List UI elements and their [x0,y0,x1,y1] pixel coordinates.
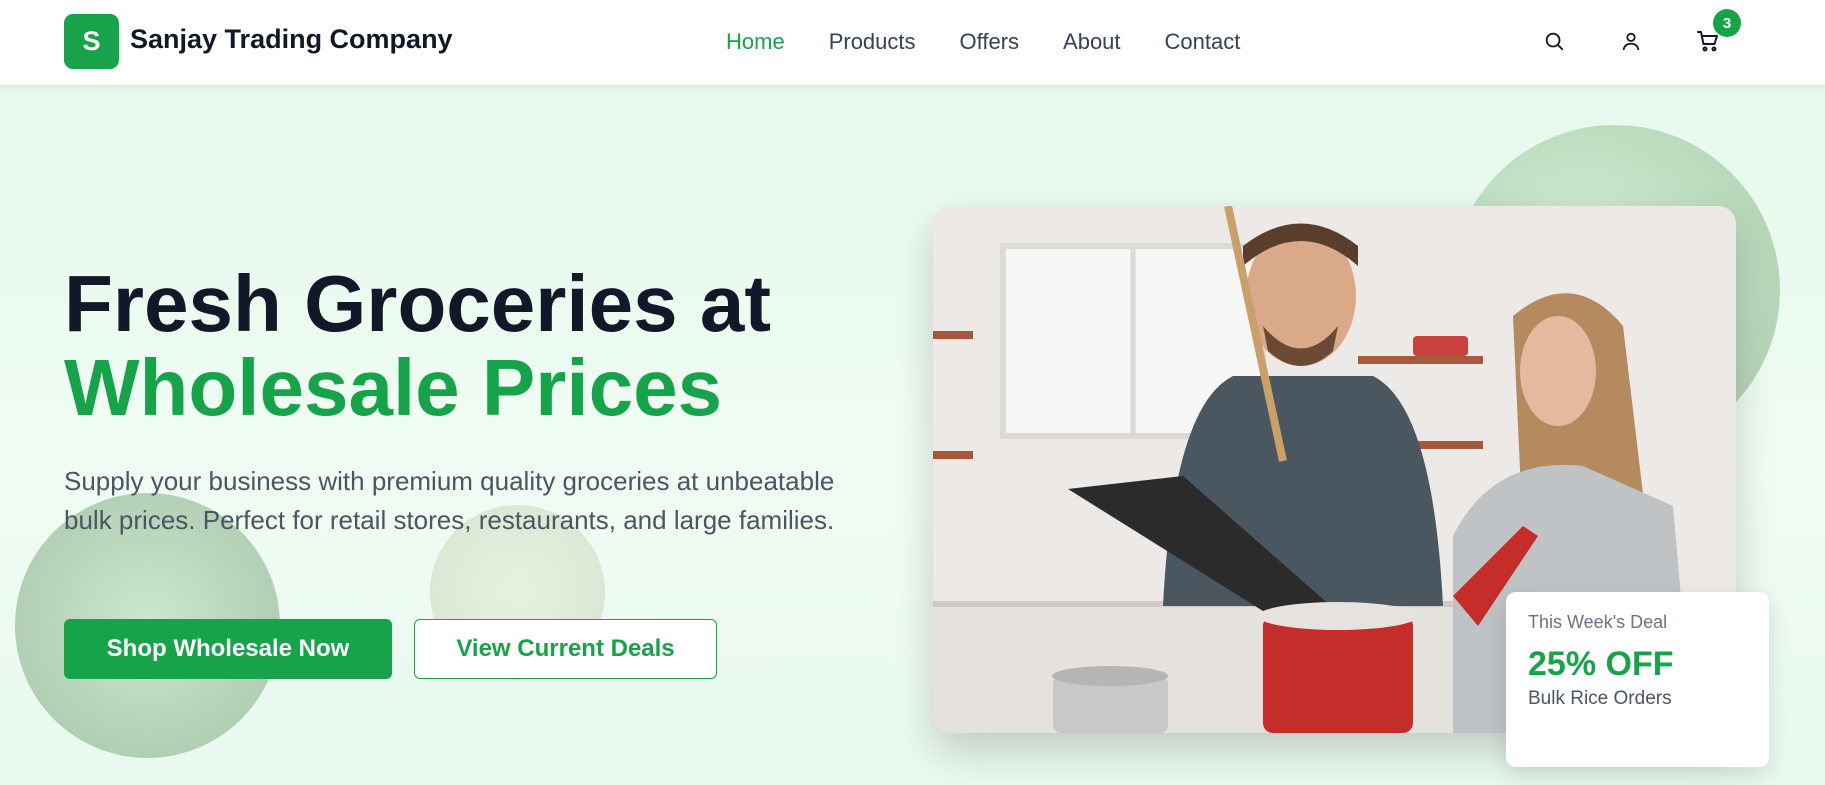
search-icon [1545,32,1564,51]
site-header: S Sanjay Trading Company Home Products O… [0,0,1825,85]
logo-mark[interactable]: S [64,14,119,69]
deal-item: Bulk Rice Orders [1528,688,1672,709]
nav-offers[interactable]: Offers [960,29,1020,55]
main-nav: Home Products Offers About Contact [726,29,1284,55]
hero-description: Supply your business with premium qualit… [64,466,835,535]
nav-products[interactable]: Products [829,29,916,55]
nav-about[interactable]: About [1063,29,1121,55]
nav-contact[interactable]: Contact [1165,29,1241,55]
brand-name[interactable]: Sanjay Trading Company [130,24,453,55]
view-deals-button[interactable]: View Current Deals [414,619,717,679]
user-icon [1622,32,1640,51]
deal-label: This Week's Deal [1528,612,1668,632]
deal-discount: 25% OFF [1528,645,1674,683]
search-button[interactable] [1539,26,1569,56]
hero-title-line2: Wholesale Prices [64,343,723,432]
hero-section: Fresh Groceries at Wholesale Prices Supp… [0,85,1825,785]
hero-title-line1: Fresh Groceries at [64,259,771,348]
account-button[interactable] [1616,26,1646,56]
nav-home[interactable]: Home [726,29,785,55]
weekly-deal-card[interactable]: This Week's Deal 25% OFF Bulk Rice Order… [1506,592,1769,767]
shop-wholesale-button[interactable]: Shop Wholesale Now [64,619,392,679]
cart-count-badge: 3 [1713,9,1741,37]
